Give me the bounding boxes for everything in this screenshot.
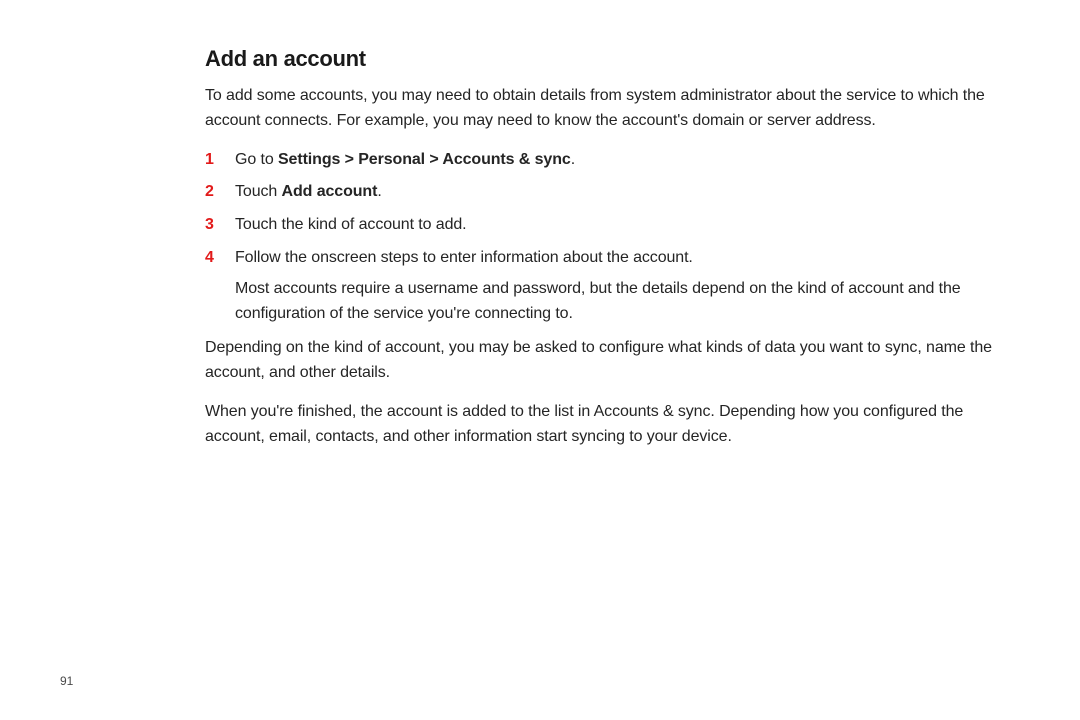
document-page: Add an account To add some accounts, you… (0, 0, 1080, 720)
step-pre: Touch (235, 183, 282, 200)
step-item: 4 Follow the onscreen steps to enter inf… (205, 246, 1020, 326)
step-item: 3 Touch the kind of account to add. (205, 213, 1020, 238)
section-heading: Add an account (205, 46, 1020, 72)
step-pre: Go to (235, 151, 278, 168)
steps-list: 1 Go to Settings > Personal > Accounts &… (205, 148, 1020, 327)
step-number: 3 (205, 213, 235, 238)
step-bold: Settings > Personal > Accounts & sync (278, 151, 571, 168)
page-number: 91 (60, 674, 73, 688)
after-paragraph: When you're finished, the account is add… (205, 400, 1020, 450)
after-paragraph: Depending on the kind of account, you ma… (205, 336, 1020, 386)
step-item: 1 Go to Settings > Personal > Accounts &… (205, 148, 1020, 173)
step-main: Follow the onscreen steps to enter infor… (235, 249, 693, 266)
step-post: . (377, 183, 381, 200)
step-bold: Add account (282, 183, 378, 200)
step-text: Touch Add account. (235, 180, 1020, 205)
step-text: Follow the onscreen steps to enter infor… (235, 246, 1020, 326)
step-post: . (571, 151, 575, 168)
step-text: Go to Settings > Personal > Accounts & s… (235, 148, 1020, 173)
step-number: 4 (205, 246, 235, 326)
intro-paragraph: To add some accounts, you may need to ob… (205, 84, 1020, 134)
step-number: 2 (205, 180, 235, 205)
step-number: 1 (205, 148, 235, 173)
step-item: 2 Touch Add account. (205, 180, 1020, 205)
step-text: Touch the kind of account to add. (235, 213, 1020, 238)
step-subtext: Most accounts require a username and pas… (235, 277, 1020, 327)
